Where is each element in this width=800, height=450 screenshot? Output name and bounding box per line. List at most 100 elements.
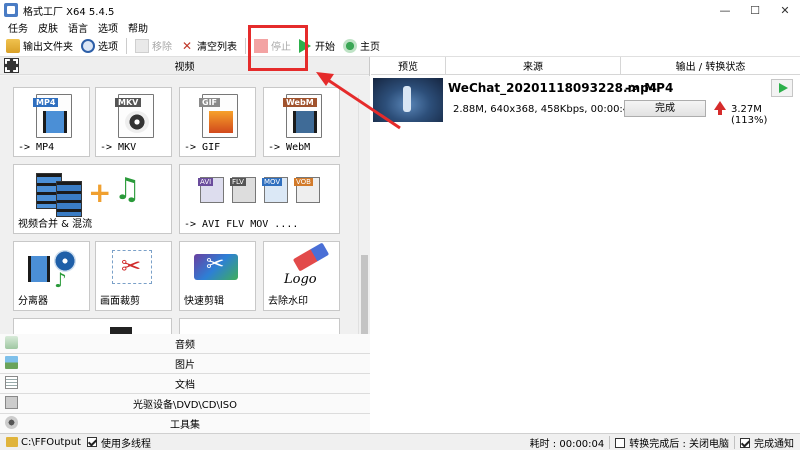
image-icon: [209, 111, 233, 133]
remove-button[interactable]: 移除: [135, 38, 172, 53]
category-image-label: 图片: [175, 360, 195, 371]
gif-file-icon: GIF: [199, 94, 238, 138]
tile-label: -> MP4: [18, 142, 55, 153]
home-button[interactable]: 主页: [343, 38, 380, 53]
menu-language[interactable]: 语言: [68, 20, 88, 35]
title-bar: 格式工厂 X64 5.4.5 — ☐ ✕: [0, 0, 800, 20]
scrollbar-thumb[interactable]: [361, 255, 368, 335]
task-list-panel: 预览 来源 输出 / 转换状态 WeChat_20201118093228.mp…: [371, 57, 800, 433]
mp4-file-icon: MP4: [33, 94, 72, 138]
audio-icon: [5, 336, 18, 349]
folder-icon: [6, 38, 20, 53]
category-audio-label: 音频: [175, 340, 195, 351]
tile-mp4[interactable]: MP4 -> MP4: [13, 87, 90, 157]
scissors-icon: ✂: [206, 252, 225, 277]
category-image[interactable]: 图片: [0, 354, 370, 374]
film-icon: [56, 181, 82, 217]
status-right: 耗时 : 00:00:04 转换完成后 : 关闭电脑 完成通知: [530, 434, 794, 450]
menu-task[interactable]: 任务: [8, 20, 28, 35]
tile-webm[interactable]: WebM -> WebM: [263, 87, 340, 157]
conversion-panel: 视频 MP4 -> MP4 MKV -> MKV GIF -> GIF WebM…: [0, 57, 370, 434]
eraser-icon: [292, 242, 330, 272]
play-output-button[interactable]: [771, 79, 793, 97]
category-tools-label: 工具集: [170, 420, 200, 431]
tile-mkv[interactable]: MKV -> MKV: [95, 87, 172, 157]
clear-list-button[interactable]: ✕ 清空列表: [180, 38, 237, 54]
column-preview[interactable]: 预览: [371, 57, 446, 74]
toolbar-separator: [126, 37, 127, 54]
avi-icon: AVI: [198, 177, 224, 203]
webm-file-icon: WebM: [283, 94, 322, 138]
mov-icon: MOV: [262, 177, 288, 203]
video-thumbnail: [373, 78, 443, 122]
tile-label: 视频合并 & 混流: [18, 219, 93, 230]
size-increase-arrow-stem: [718, 109, 722, 115]
window-title: 格式工厂 X64 5.4.5: [23, 6, 115, 18]
category-list: 音频 图片 文档 光驱设备\DVD\CD\ISO 工具集: [0, 334, 370, 434]
tile-more-2[interactable]: [179, 318, 340, 335]
output-folder-button[interactable]: 输出文件夹: [6, 38, 73, 53]
column-output-status[interactable]: 输出 / 转换状态: [621, 57, 800, 74]
tile-crop[interactable]: ✂ 画面裁剪: [95, 241, 172, 311]
toolbox-icon: [5, 416, 18, 429]
menu-help[interactable]: 帮助: [128, 20, 148, 35]
options-icon: [81, 38, 95, 53]
plus-icon: +: [88, 176, 112, 209]
flv-tag: FLV: [230, 178, 246, 186]
video-tiles: MP4 -> MP4 MKV -> MKV GIF -> GIF WebM ->…: [0, 76, 370, 335]
close-button[interactable]: ✕: [770, 0, 800, 20]
tile-remove-watermark[interactable]: Logo 去除水印: [263, 241, 340, 311]
music-note-icon: ♫: [114, 172, 141, 207]
vob-icon: VOB: [294, 177, 320, 203]
toolbar-separator: [245, 37, 246, 54]
reel-icon: [125, 111, 149, 133]
source-info: 2.88M, 640x368, 458Kbps, 00:00:46: [453, 104, 636, 115]
menu-options[interactable]: 选项: [98, 20, 118, 35]
menu-skin[interactable]: 皮肤: [38, 20, 58, 35]
tile-more-1[interactable]: [13, 318, 172, 335]
output-path[interactable]: C:\FFOutput: [21, 437, 81, 448]
tile-label: 去除水印: [268, 296, 308, 307]
folder-icon: [6, 437, 18, 447]
output-folder-label: 输出文件夹: [23, 42, 73, 53]
window-controls: — ☐ ✕: [710, 0, 800, 20]
output-size: 3.27M (113%): [731, 104, 768, 126]
status-done-button[interactable]: 完成: [624, 100, 706, 117]
toolbar: 输出文件夹 选项 移除 ✕ 清空列表 停止 开始 主页: [0, 35, 800, 57]
multithread-checkbox[interactable]: [86, 437, 97, 447]
category-document[interactable]: 文档: [0, 374, 370, 394]
menu-bar: 任务 皮肤 语言 选项 帮助: [0, 19, 800, 35]
maximize-button[interactable]: ☐: [740, 0, 770, 20]
category-audio[interactable]: 音频: [0, 334, 370, 354]
notify-checkbox[interactable]: [740, 437, 750, 448]
multithread-label: 使用多线程: [100, 438, 151, 450]
tile-splitter[interactable]: ♪ 分离器: [13, 241, 90, 311]
tile-avi-flv-mov[interactable]: AVI FLV MOV VOB -> AVI FLV MOV ....: [179, 164, 340, 234]
tile-gif[interactable]: GIF -> GIF: [179, 87, 256, 157]
start-label: 开始: [315, 42, 335, 53]
task-row[interactable]: WeChat_20201118093228.mp4 -> MP4 2.88M, …: [371, 76, 800, 126]
film-icon: [293, 111, 317, 133]
category-tools[interactable]: 工具集: [0, 414, 370, 434]
mkv-tag: MKV: [115, 98, 142, 107]
mov-tag: MOV: [262, 178, 283, 186]
tile-label: -> WebM: [268, 142, 311, 153]
tile-video-merge[interactable]: + ♫ 视频合并 & 混流: [13, 164, 172, 234]
after-convert-label: 转换完成后 : 关闭电脑: [629, 439, 729, 450]
column-source[interactable]: 来源: [446, 57, 621, 74]
category-video[interactable]: 视频: [0, 57, 369, 75]
tile-label: -> GIF: [184, 142, 221, 153]
target-format: -> MP4: [625, 81, 674, 95]
tiles-scrollbar[interactable]: [358, 95, 370, 335]
tile-quick-clip[interactable]: ✂ 快速剪辑: [179, 241, 256, 311]
category-document-label: 文档: [175, 380, 195, 391]
gif-tag: GIF: [199, 98, 221, 107]
minimize-button[interactable]: —: [710, 0, 740, 20]
after-convert-checkbox[interactable]: [615, 437, 626, 448]
disc-drive-icon: [5, 396, 18, 409]
remove-label: 移除: [152, 42, 172, 53]
remove-icon: [135, 38, 149, 53]
mkv-file-icon: MKV: [115, 94, 154, 138]
category-disc[interactable]: 光驱设备\DVD\CD\ISO: [0, 394, 370, 414]
options-button[interactable]: 选项: [81, 38, 118, 53]
